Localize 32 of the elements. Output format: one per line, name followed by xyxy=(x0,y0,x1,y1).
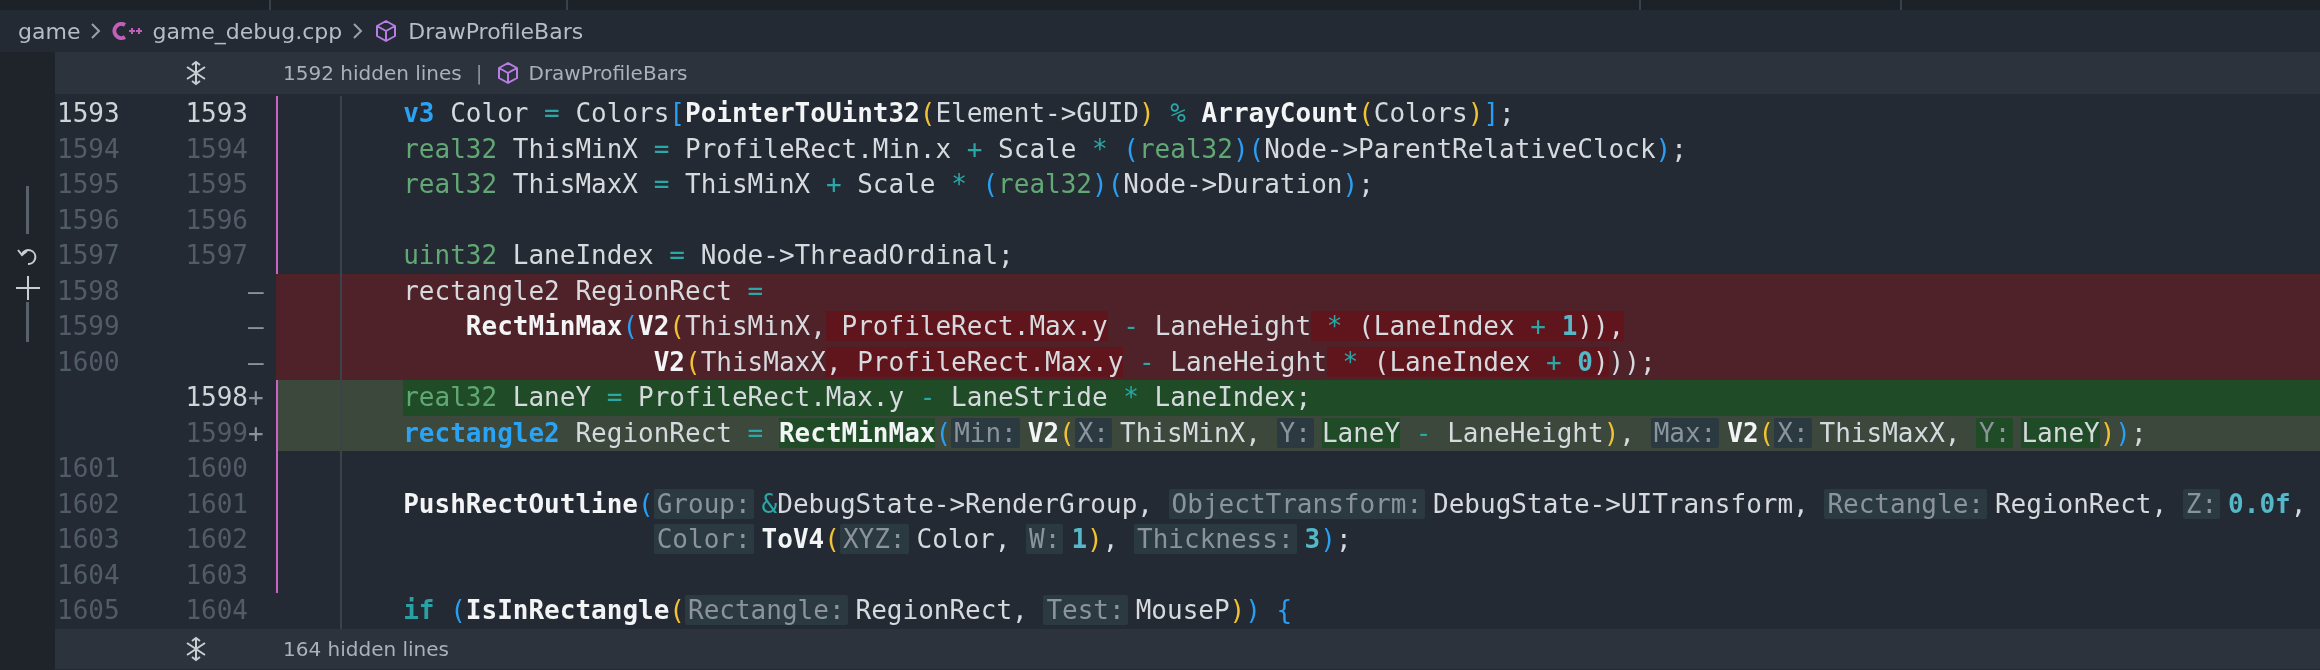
diff-marker: + xyxy=(248,381,264,414)
symbol-label: DrawProfileBars xyxy=(528,61,688,85)
code-line: if (IsInRectangle(Rectangle: RegionRect, Test: MouseP)) { xyxy=(403,594,1293,627)
line-number: 1598 xyxy=(185,381,248,414)
hidden-lines-label: 1592 hidden lines xyxy=(283,61,462,85)
code-line: uint32 LaneIndex = Node->ThreadOrdinal; xyxy=(403,239,1014,272)
diff-marker: — xyxy=(248,310,264,343)
code-line: RectMinMax(V2(ThisMinX, ProfileRect.Max.y - LaneHeight * (LaneIndex + 1)), xyxy=(465,310,1625,343)
breadcrumb-item[interactable]: game xyxy=(18,18,81,44)
cube-icon xyxy=(496,61,521,85)
code-line: V2(ThisMaxX, ProfileRect.Max.y - LaneHeight * (LaneIndex + 0))); xyxy=(653,345,1656,379)
separator-text: | xyxy=(475,61,483,85)
code-line: real32 ThisMinX = ProfileRect.Min.x + Scale * (real32)(Node->ParentRelativeClock); xyxy=(403,132,1687,166)
hidden-lines-label: 164 hidden lines xyxy=(283,636,449,661)
code-line: real32 ThisMaxX = ThisMinX + Scale * (real32)(Node->Duration); xyxy=(403,168,1374,201)
code-line: Color: ToV4(XYZ: Color, W: 1), Thickness: 3); xyxy=(653,522,1352,558)
breadcrumb-item[interactable]: game_debug.cpp xyxy=(152,18,343,44)
cube-icon xyxy=(374,19,399,43)
diff-marker: — xyxy=(248,274,264,308)
code-line: v3 Color = Colors[PointerToUint32(Element->GUID) % ArrayCount(Colors)]; xyxy=(403,97,1515,130)
diff-marker: + xyxy=(248,416,264,450)
code-line: rectangle2 RegionRect = RectMinMax(Min: V2(X: ThisMinX, Y: LaneY - LaneHeight), Max: V2(X: ThisMaxX, Y: LaneY)); xyxy=(403,416,2147,450)
line-number: 1593 xyxy=(185,97,248,130)
diff-marker: — xyxy=(248,345,264,379)
code-line: PushRectOutline(Group: &DebugState->RenderGroup, ObjectTransform: DebugState->UITransform, Rectangle: RegionRect, Z: 0.0f, xyxy=(403,487,2307,521)
cpp-file-icon xyxy=(112,20,143,42)
line-number: 1593 xyxy=(56,97,120,130)
chevron-right-icon xyxy=(90,21,103,41)
chevron-right-icon xyxy=(352,21,365,41)
code-line: rectangle2 RegionRect = xyxy=(403,274,764,308)
breadcrumb-item[interactable]: DrawProfileBars xyxy=(408,18,584,44)
plus-icon[interactable] xyxy=(13,274,42,302)
